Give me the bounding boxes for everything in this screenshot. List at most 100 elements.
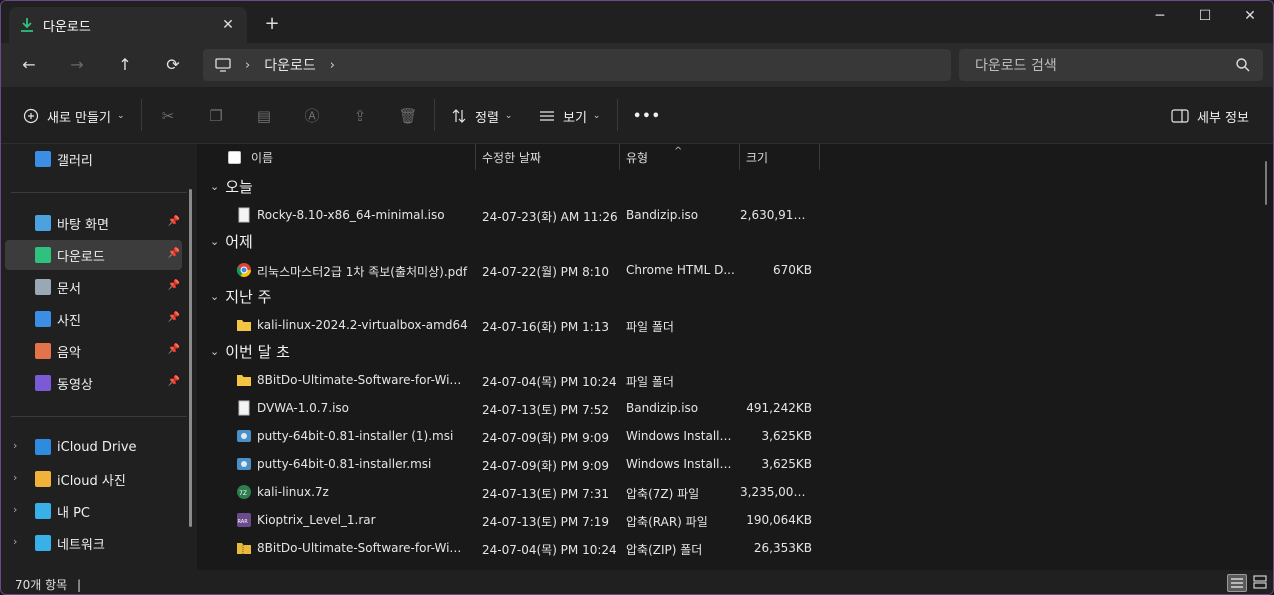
sidebar-item-pinned[interactable]: 동영상 📌	[5, 368, 182, 398]
select-all-checkbox[interactable]	[228, 144, 241, 170]
group-header[interactable]: ⌄ 지난 주	[210, 284, 271, 308]
pictures-icon	[35, 311, 51, 327]
group-header[interactable]: ⌄ 어제	[210, 229, 253, 253]
zip-folder-icon	[237, 543, 251, 554]
copy-icon[interactable]: ❐	[205, 105, 227, 127]
chevron-down-icon[interactable]: ⌄	[210, 345, 219, 358]
file-row[interactable]: putty-64bit-0.81-installer (1).msi 24-07-…	[202, 422, 822, 450]
paste-icon[interactable]: ▤	[253, 105, 275, 127]
sidebar-item-location[interactable]: › iCloud 사진	[5, 464, 182, 494]
column-header-name[interactable]: 이름	[251, 144, 273, 170]
divider	[434, 99, 435, 131]
file-size: 3,625KB	[761, 457, 812, 471]
sidebar-item-location[interactable]: › 내 PC	[5, 496, 182, 526]
more-options-button[interactable]: •••	[633, 105, 661, 127]
details-view-button[interactable]	[1227, 574, 1247, 592]
chevron-right-icon[interactable]: ›	[13, 535, 17, 548]
sort-icon	[452, 109, 466, 123]
file-row[interactable]: putty-64bit-0.81-installer.msi 24-07-09(화…	[202, 450, 822, 478]
search-icon[interactable]	[1235, 57, 1251, 73]
file-row[interactable]: 8BitDo-Ultimate-Software-for-Windows 24-0…	[202, 366, 822, 394]
plus-circle-icon	[23, 108, 39, 124]
file-list-scrollbar[interactable]	[1265, 161, 1267, 205]
group-label: 오늘	[225, 177, 253, 196]
column-divider[interactable]	[739, 144, 740, 170]
file-row[interactable]: kali-linux-2024.2-virtualbox-amd64 24-07-…	[202, 311, 822, 339]
music-icon	[35, 343, 51, 359]
column-divider[interactable]	[475, 144, 476, 170]
desktop-icon	[35, 215, 51, 231]
tab-downloads[interactable]: 다운로드 ✕	[9, 7, 247, 43]
chevron-right-icon[interactable]: ›	[13, 503, 17, 516]
sidebar-item-pinned[interactable]: 다운로드 📌	[5, 240, 182, 270]
sidebar-scrollbar[interactable]	[189, 189, 192, 527]
file-type: Windows Installer...	[626, 429, 738, 443]
close-window-button[interactable]: ✕	[1227, 1, 1273, 33]
sidebar-item-gallery[interactable]: 갤러리	[5, 144, 182, 174]
pin-icon[interactable]: 📌	[168, 376, 180, 387]
file-row[interactable]: 리눅스마스터2급 1차 족보(출처미상).pdf 24-07-22(월) PM 8…	[202, 256, 822, 284]
file-type: Bandizip.iso	[626, 401, 699, 415]
address-bar[interactable]: › 다운로드 ›	[203, 49, 951, 81]
sort-button[interactable]: 정렬 ⌄	[451, 105, 512, 127]
divider	[617, 99, 618, 131]
monitor-icon	[215, 58, 231, 72]
up-button[interactable]: ↑	[111, 53, 139, 77]
pin-icon[interactable]: 📌	[168, 280, 180, 291]
chevron-right-icon[interactable]: ›	[13, 439, 17, 452]
delete-icon[interactable]: 🗑	[397, 105, 419, 127]
file-row[interactable]: 7Z kali-linux.7z 24-07-13(토) PM 7:31 압축(7Z)…	[202, 478, 822, 506]
maximize-button[interactable]: ☐	[1182, 1, 1228, 33]
sidebar-item-pinned[interactable]: 바탕 화면 📌	[5, 208, 182, 238]
sidebar-item-pinned[interactable]: 문서 📌	[5, 272, 182, 302]
column-header-type[interactable]: 유형	[626, 144, 648, 170]
pin-icon[interactable]: 📌	[168, 248, 180, 259]
back-button[interactable]: ←	[15, 53, 43, 77]
rename-icon[interactable]: Ⓐ	[301, 105, 323, 127]
details-pane-button[interactable]: 세부 정보	[1171, 105, 1249, 127]
sidebar-item-pinned[interactable]: 음악 📌	[5, 336, 182, 366]
close-tab-button[interactable]: ✕	[219, 16, 237, 34]
pin-icon[interactable]: 📌	[168, 312, 180, 323]
group-header[interactable]: ⌄ 이번 달 초	[210, 339, 290, 363]
cut-icon[interactable]: ✂	[157, 105, 179, 127]
file-row[interactable]: RAR Kioptrix_Level_1.rar 24-07-13(토) PM 7:…	[202, 506, 822, 534]
refresh-button[interactable]: ⟳	[159, 53, 187, 77]
pin-icon[interactable]: 📌	[168, 216, 180, 227]
pin-icon[interactable]: 📌	[168, 344, 180, 355]
breadcrumb-downloads[interactable]: 다운로드	[264, 55, 316, 75]
minimize-button[interactable]: ─	[1137, 1, 1183, 33]
chevron-down-icon[interactable]: ⌄	[210, 290, 219, 303]
column-header-size[interactable]: 크기	[746, 144, 768, 170]
column-divider[interactable]	[819, 144, 820, 170]
sidebar-item-pinned[interactable]: 사진 📌	[5, 304, 182, 334]
new-tab-button[interactable]: +	[261, 13, 283, 35]
group-header[interactable]: ⌄ 오늘	[210, 174, 253, 198]
sort-label: 정렬	[475, 110, 499, 126]
tiles-view-button[interactable]	[1251, 574, 1271, 592]
column-header-date[interactable]: 수정한 날짜	[482, 144, 541, 170]
file-date: 24-07-04(목) PM 10:24	[482, 543, 617, 557]
chevron-right-icon[interactable]: ›	[13, 471, 17, 484]
search-input[interactable]: 다운로드 검색	[959, 49, 1263, 81]
sidebar-item-label: 사진	[57, 313, 81, 329]
file-row[interactable]: DVWA-1.0.7.iso 24-07-13(토) PM 7:52 Bandizi…	[202, 394, 822, 422]
chevron-down-icon[interactable]: ⌄	[210, 180, 219, 193]
new-button[interactable]: 새로 만들기 ⌄	[23, 105, 124, 127]
file-row[interactable]: Rocky-8.10-x86_64-minimal.iso 24-07-23(화)…	[202, 201, 822, 229]
sidebar-item-location[interactable]: › 네트워크	[5, 528, 182, 558]
forward-button[interactable]: →	[63, 53, 91, 77]
sidebar-item-label: iCloud Drive	[57, 439, 137, 455]
search-placeholder: 다운로드 검색	[975, 58, 1057, 74]
sidebar-item-location[interactable]: › iCloud Drive	[5, 432, 182, 462]
chevron-down-icon[interactable]: ⌄	[210, 235, 219, 248]
column-divider[interactable]	[619, 144, 620, 170]
file-type: 파일 폴더	[626, 375, 674, 389]
breadcrumb-separator[interactable]: ›	[330, 58, 335, 73]
view-button[interactable]: 보기 ⌄	[539, 105, 600, 127]
file-size: 3,625KB	[761, 429, 812, 443]
file-name: kali-linux.7z	[257, 485, 329, 499]
file-type: Windows Installer...	[626, 457, 738, 471]
share-icon[interactable]: ⇪	[349, 105, 371, 127]
file-row[interactable]: 8BitDo-Ultimate-Software-for-Windows.zip…	[202, 534, 822, 562]
